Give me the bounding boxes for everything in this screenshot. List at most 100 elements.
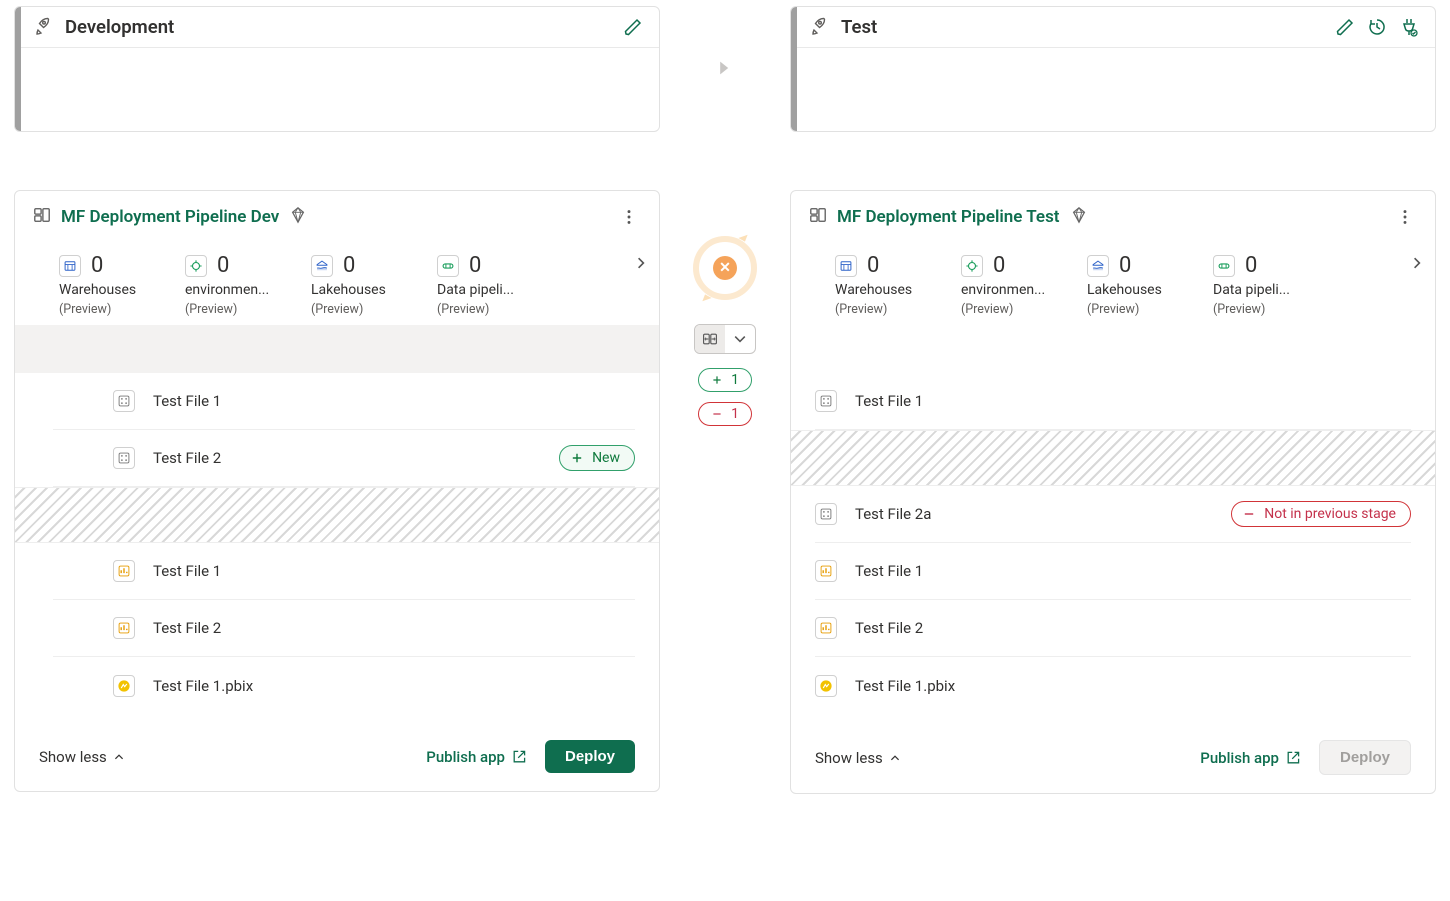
item-row[interactable]: Test File 2a Not in previous stage [815, 486, 1411, 543]
counter-icon [311, 255, 333, 277]
workspace-panel-dev: MF Deployment Pipeline Dev 0 Warehouses … [14, 190, 660, 792]
item-name: Test File 2 [855, 619, 1411, 637]
counter-value: 0 [1119, 253, 1131, 278]
report-icon [113, 617, 135, 639]
counter-label: Lakehouses [1087, 282, 1175, 298]
counter-icon [185, 255, 207, 277]
counter-icon [437, 255, 459, 277]
counter-value: 0 [1245, 253, 1257, 278]
workspace-panel-test: MF Deployment Pipeline Test 0 Warehouses… [790, 190, 1436, 794]
counter-preview: (Preview) [59, 302, 147, 317]
item-row[interactable]: Test File 1.pbix [815, 657, 1411, 714]
counter-icon [1087, 255, 1109, 277]
counter-preview: (Preview) [1087, 302, 1175, 317]
stage-card-test: Test [790, 6, 1436, 132]
counter-tile[interactable]: 0 environmen... (Preview) [185, 253, 273, 317]
show-less-button[interactable]: Show less [39, 748, 125, 766]
counter-label: Warehouses [835, 282, 923, 298]
item-row[interactable]: Test File 1.pbix [53, 657, 635, 714]
counter-icon [59, 255, 81, 277]
placeholder-row [15, 487, 659, 543]
rocket-icon [33, 15, 53, 39]
workspace-icon [33, 206, 51, 229]
counter-value: 0 [217, 253, 229, 278]
pbix-icon [113, 675, 135, 697]
counter-label: Warehouses [59, 282, 147, 298]
deploy-button[interactable]: Deploy [545, 740, 635, 773]
report-icon [815, 560, 837, 582]
compare-side-by-side-button[interactable] [695, 325, 725, 353]
counters-next-button[interactable] [633, 255, 649, 275]
counter-tile[interactable]: 0 environmen... (Preview) [961, 253, 1049, 317]
item-name: Test File 1.pbix [153, 677, 635, 695]
counter-value: 0 [343, 253, 355, 278]
item-row[interactable]: Test File 1 [815, 373, 1411, 430]
pbix-icon [815, 675, 837, 697]
counter-tile[interactable]: 0 Lakehouses (Preview) [311, 253, 399, 317]
more-button[interactable] [617, 205, 641, 229]
counter-label: Data pipeli... [1213, 282, 1301, 298]
item-name: Test File 1 [855, 392, 1411, 410]
diff-added-pill[interactable]: 1 [698, 368, 752, 392]
counter-tile[interactable]: 0 Data pipeli... (Preview) [437, 253, 525, 317]
counter-tile[interactable]: 0 Warehouses (Preview) [59, 253, 147, 317]
item-name: Test File 1.pbix [855, 677, 1411, 695]
counter-tile[interactable]: 0 Lakehouses (Preview) [1087, 253, 1175, 317]
counter-value: 0 [867, 253, 879, 278]
filter-band [791, 325, 1435, 373]
premium-icon [289, 206, 307, 229]
counter-preview: (Preview) [311, 302, 399, 317]
edit-stage-button[interactable] [621, 15, 645, 39]
item-row[interactable]: Test File 1 [53, 373, 635, 430]
stage-card-development: Development [14, 6, 660, 132]
item-name: Test File 1 [153, 562, 635, 580]
diff-removed-pill[interactable]: 1 [698, 402, 752, 426]
compare-view-toggle[interactable] [694, 324, 756, 354]
counter-value: 0 [91, 253, 103, 278]
counter-preview: (Preview) [437, 302, 525, 317]
dataset-icon [113, 447, 135, 469]
status-badge: Not in previous stage [1231, 501, 1411, 527]
stage-title: Development [65, 16, 613, 38]
workspace-title[interactable]: MF Deployment Pipeline Test [809, 206, 1383, 229]
show-less-button[interactable]: Show less [815, 749, 901, 767]
item-name: Test File 2 [153, 449, 541, 467]
workspace-title[interactable]: MF Deployment Pipeline Dev [33, 206, 607, 229]
counter-value: 0 [469, 253, 481, 278]
counter-label: Data pipeli... [437, 282, 525, 298]
counter-label: environmen... [961, 282, 1049, 298]
history-button[interactable] [1365, 15, 1389, 39]
placeholder-row [791, 430, 1435, 486]
more-button[interactable] [1393, 205, 1417, 229]
report-icon [113, 560, 135, 582]
dataset-icon [815, 503, 837, 525]
counter-icon [1213, 255, 1235, 277]
item-row[interactable]: Test File 2 [815, 600, 1411, 657]
counters-next-button[interactable] [1409, 255, 1425, 275]
item-row[interactable]: Test File 1 [53, 543, 635, 600]
compare-dropdown-button[interactable] [725, 325, 755, 353]
item-name: Test File 2a [855, 505, 1213, 523]
item-row[interactable]: Test File 2 New [53, 430, 635, 487]
publish-app-link[interactable]: Publish app [426, 748, 527, 766]
compare-status-icon[interactable]: ✕ [693, 236, 757, 300]
edit-stage-button[interactable] [1333, 15, 1357, 39]
item-row[interactable]: Test File 2 [53, 600, 635, 657]
publish-app-link[interactable]: Publish app [1200, 749, 1301, 767]
counter-icon [961, 255, 983, 277]
dataset-icon [815, 390, 837, 412]
counter-preview: (Preview) [835, 302, 923, 317]
deploy-arrow-icon[interactable] [717, 60, 733, 76]
rules-button[interactable] [1397, 15, 1421, 39]
item-name: Test File 1 [153, 392, 635, 410]
report-icon [815, 617, 837, 639]
workspace-icon [809, 206, 827, 229]
item-row[interactable]: Test File 1 [815, 543, 1411, 600]
counter-tile[interactable]: 0 Warehouses (Preview) [835, 253, 923, 317]
rocket-icon [809, 15, 829, 39]
counter-tile[interactable]: 0 Data pipeli... (Preview) [1213, 253, 1301, 317]
counter-preview: (Preview) [185, 302, 273, 317]
counter-icon [835, 255, 857, 277]
counter-label: environmen... [185, 282, 273, 298]
counter-preview: (Preview) [1213, 302, 1301, 317]
